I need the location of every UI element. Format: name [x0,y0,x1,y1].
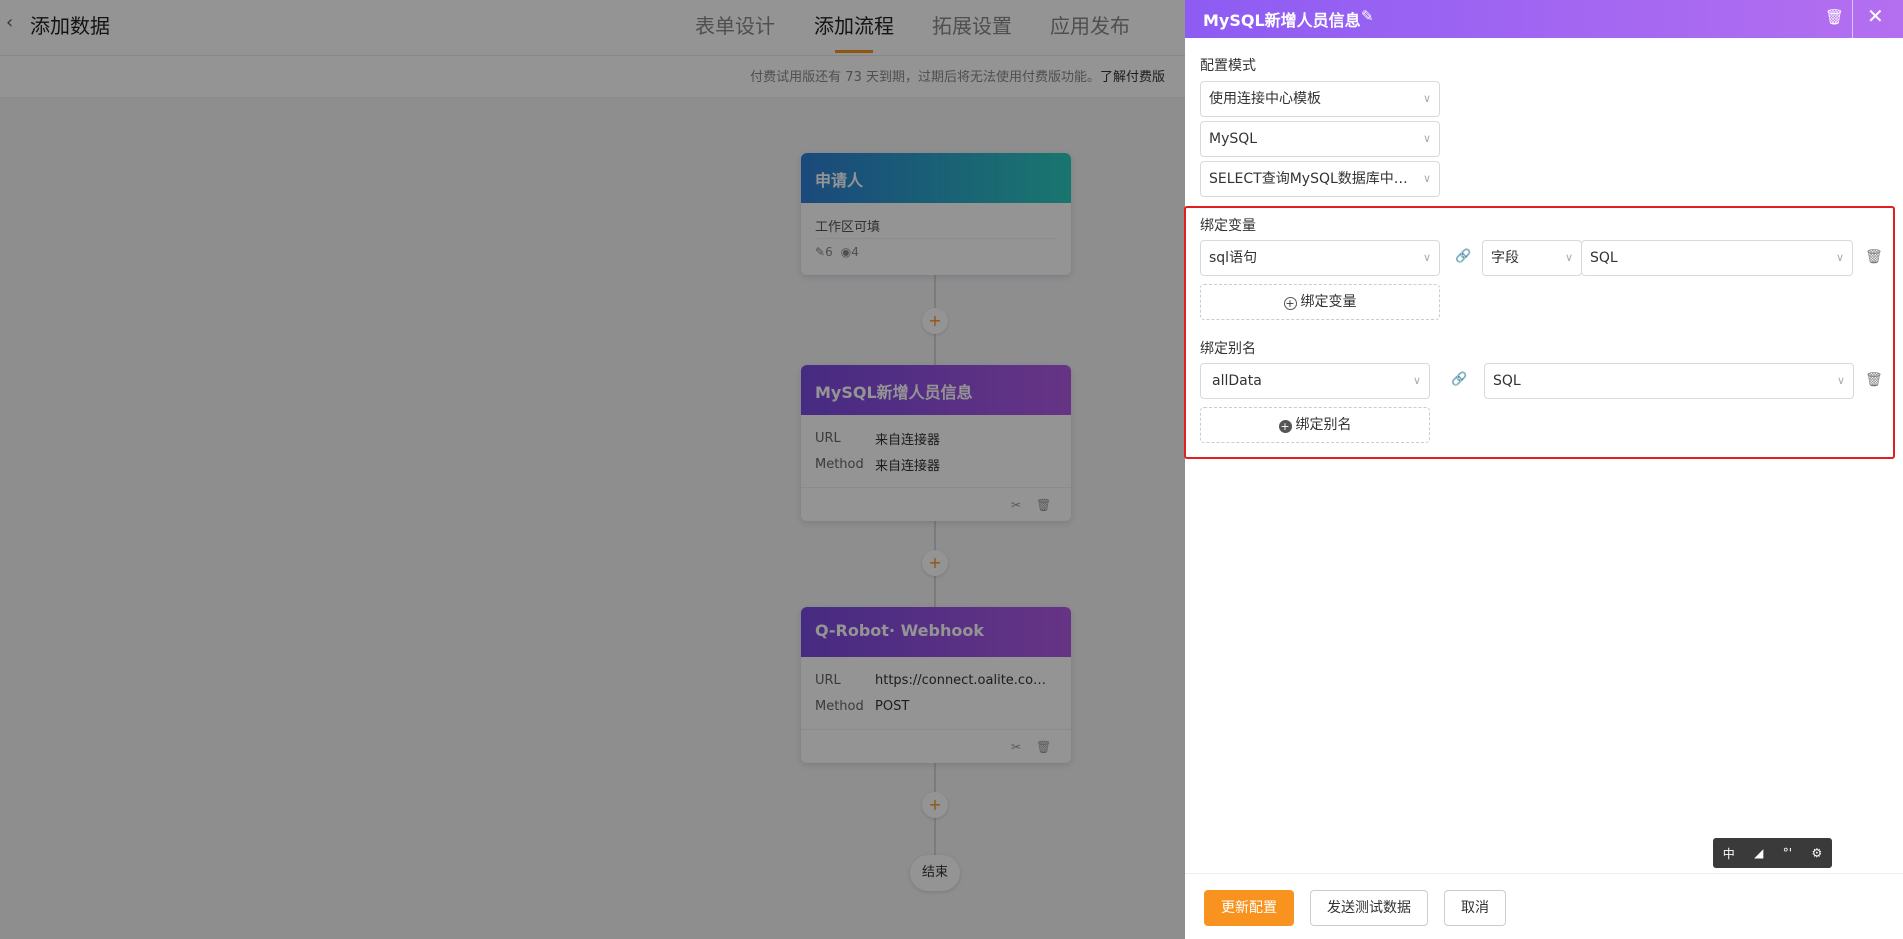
db-type-select[interactable]: MySQL ∨ [1200,121,1440,157]
chevron-down-icon: ∨ [1422,172,1431,185]
drawer-footer: 更新配置 发送测试数据 取消 [1185,873,1903,939]
gear-icon[interactable]: ⚙ [1811,846,1822,860]
config-drawer: MySQL新增人员信息 ✎ 🗑 ✕ 配置模式 使用连接中心模板 ∨ MySQL ∨ … [1185,0,1903,939]
update-config-button[interactable]: 更新配置 [1204,890,1294,926]
edit-title-icon[interactable]: ✎ [1361,7,1374,25]
cancel-button[interactable]: 取消 [1444,890,1506,926]
highlight-box [1184,206,1895,459]
trash-icon[interactable]: 🗑 [1825,8,1844,26]
punctuation-icon[interactable]: °' [1783,846,1792,860]
floating-toolbar: 中 ◢ °' ⚙ [1713,838,1832,868]
config-template-select[interactable]: 使用连接中心模板 ∨ [1200,81,1440,117]
query-template-select[interactable]: SELECT查询MySQL数据库中… ∨ [1200,161,1440,197]
moon-icon[interactable]: ◢ [1754,846,1763,860]
chinese-input-icon[interactable]: 中 [1723,845,1735,862]
close-icon[interactable]: ✕ [1867,4,1884,28]
config-mode-label: 配置模式 [1200,58,1256,74]
modal-overlay[interactable] [0,0,1185,939]
chevron-down-icon: ∨ [1422,92,1431,105]
send-test-button[interactable]: 发送测试数据 [1310,890,1428,926]
drawer-title: MySQL新增人员信息 [1203,11,1361,30]
drawer-header: MySQL新增人员信息 ✎ 🗑 ✕ [1185,0,1903,38]
chevron-down-icon: ∨ [1422,132,1431,145]
